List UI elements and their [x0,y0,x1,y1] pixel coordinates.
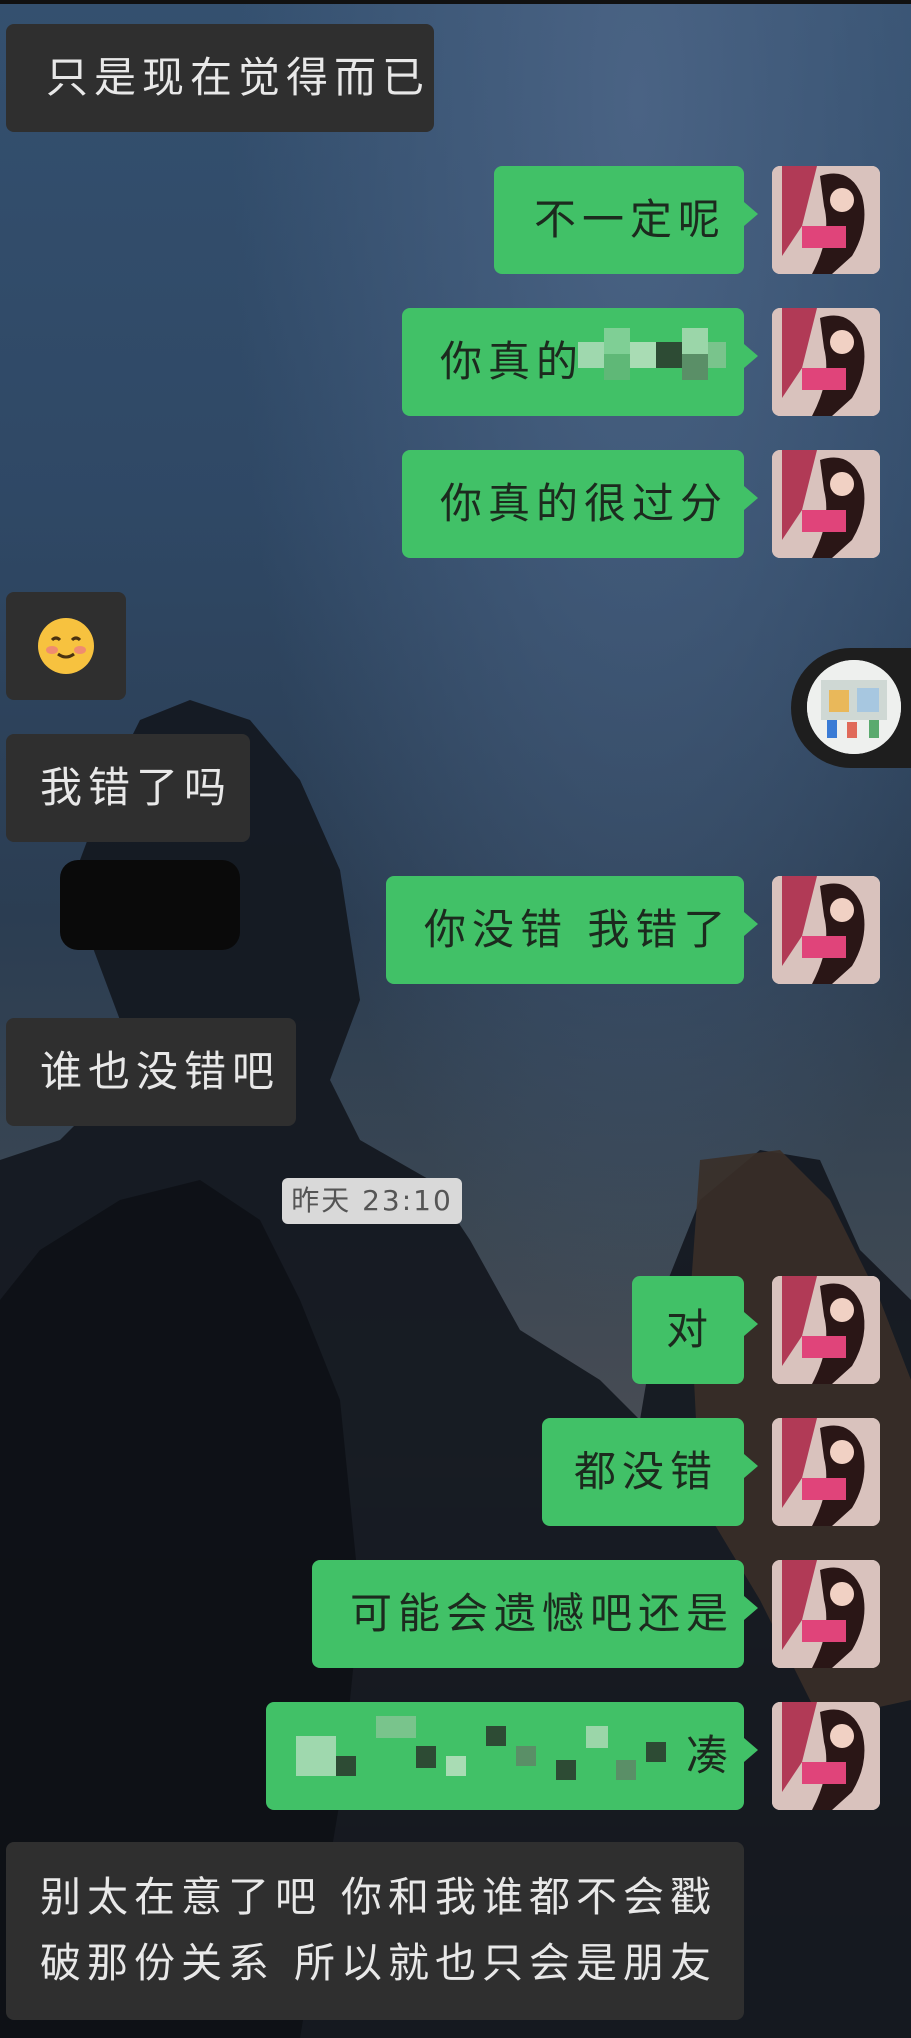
pixelated-redaction [296,1716,676,1796]
user-avatar[interactable] [772,1560,880,1668]
floating-video-thumbnail[interactable] [791,648,911,768]
user-avatar[interactable] [772,876,880,984]
message-bubble-left[interactable]: 只是现在觉得而已 [6,24,434,132]
message-bubble-right[interactable]: 你真的 [402,308,758,416]
message-bubble-right[interactable]: 凑 [266,1702,758,1810]
message-text: 你真的 [440,337,585,386]
emoji-bubble[interactable] [6,592,126,700]
message-bubble-right[interactable]: 你没错 我错了 [386,876,758,984]
message-bubble-left[interactable]: 谁也没错吧 [6,1018,296,1126]
message-timestamp: 昨天 23:10 [282,1178,462,1224]
pixelated-redaction [578,328,728,396]
message-bubble-right[interactable]: 不一定呢 [494,166,758,274]
message-bubble-left[interactable]: 我错了吗 [6,734,250,842]
message-text: 凑 [686,1731,735,1780]
user-avatar[interactable] [772,166,880,274]
user-avatar[interactable] [772,308,880,416]
user-avatar[interactable] [772,1276,880,1384]
message-bubble-right[interactable]: 可能会遗憾吧还是 [312,1560,758,1668]
message-bubble-left[interactable]: 别太在意了吧 你和我谁都不会戳破那份关系 所以就也只会是朋友 [6,1842,744,2020]
smiling-face-icon [38,618,94,674]
user-avatar[interactable] [772,450,880,558]
message-bubble-right[interactable]: 都没错 [542,1418,758,1526]
user-avatar[interactable] [772,1418,880,1526]
message-bubble-right[interactable]: 对 [632,1276,758,1384]
user-avatar[interactable] [772,1702,880,1810]
message-bubble-right[interactable]: 你真的很过分 [402,450,758,558]
status-strip [0,0,911,4]
thumbnail-image [807,660,901,754]
